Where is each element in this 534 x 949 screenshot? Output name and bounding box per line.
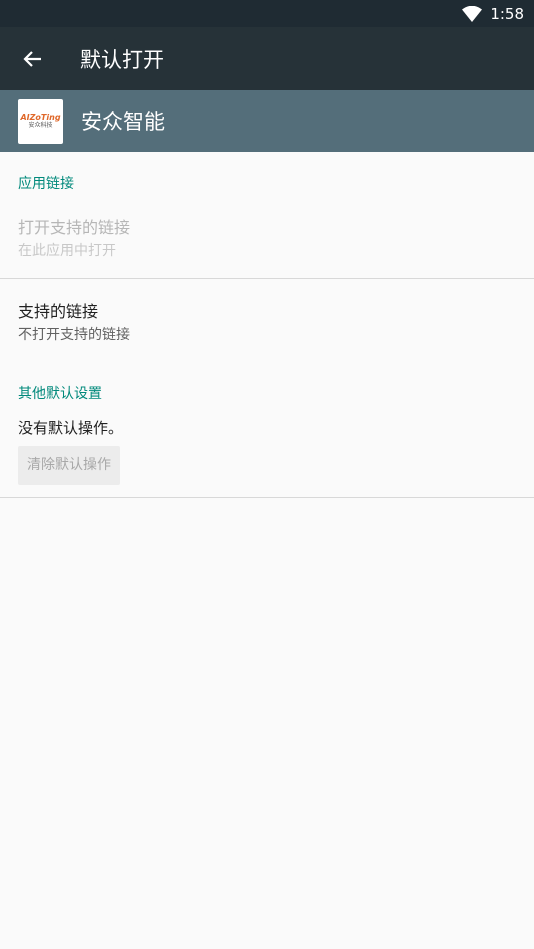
no-default-pref: 没有默认操作。 [0, 417, 534, 438]
status-time: 1:58 [490, 4, 524, 23]
arrow-back-icon [23, 50, 41, 67]
divider [0, 497, 534, 498]
app-name: 安众智能 [81, 110, 165, 134]
app-icon-brand: AIZoTing [20, 112, 61, 122]
page-title: 默认打开 [80, 47, 164, 72]
status-bar: 1:58 [0, 0, 534, 27]
back-button[interactable] [0, 27, 64, 90]
clear-defaults-button[interactable]: 清除默认操作 [18, 446, 120, 485]
no-default-text: 没有默认操作。 [18, 419, 124, 437]
toolbar: 默认打开 [0, 27, 534, 90]
section-title-other-defaults: 其他默认设置 [18, 386, 102, 402]
supported-links-summary: 不打开支持的链接 [18, 327, 130, 343]
app-icon-subtitle: 安众科技 [28, 121, 53, 129]
open-supported-links-summary: 在此应用中打开 [18, 243, 116, 259]
section-title-app-links: 应用链接 [18, 176, 74, 192]
wifi-icon [462, 5, 483, 22]
supported-links-title: 支持的链接 [18, 302, 99, 321]
app-header: AIZoTing 安众科技 安众智能 [0, 90, 534, 152]
app-icon: AIZoTing 安众科技 [18, 98, 63, 144]
open-supported-links-title: 打开支持的链接 [18, 218, 131, 237]
open-supported-links-pref[interactable]: 打开支持的链接 在此应用中打开 [0, 214, 534, 260]
supported-links-pref[interactable]: 支持的链接 不打开支持的链接 [0, 298, 534, 344]
